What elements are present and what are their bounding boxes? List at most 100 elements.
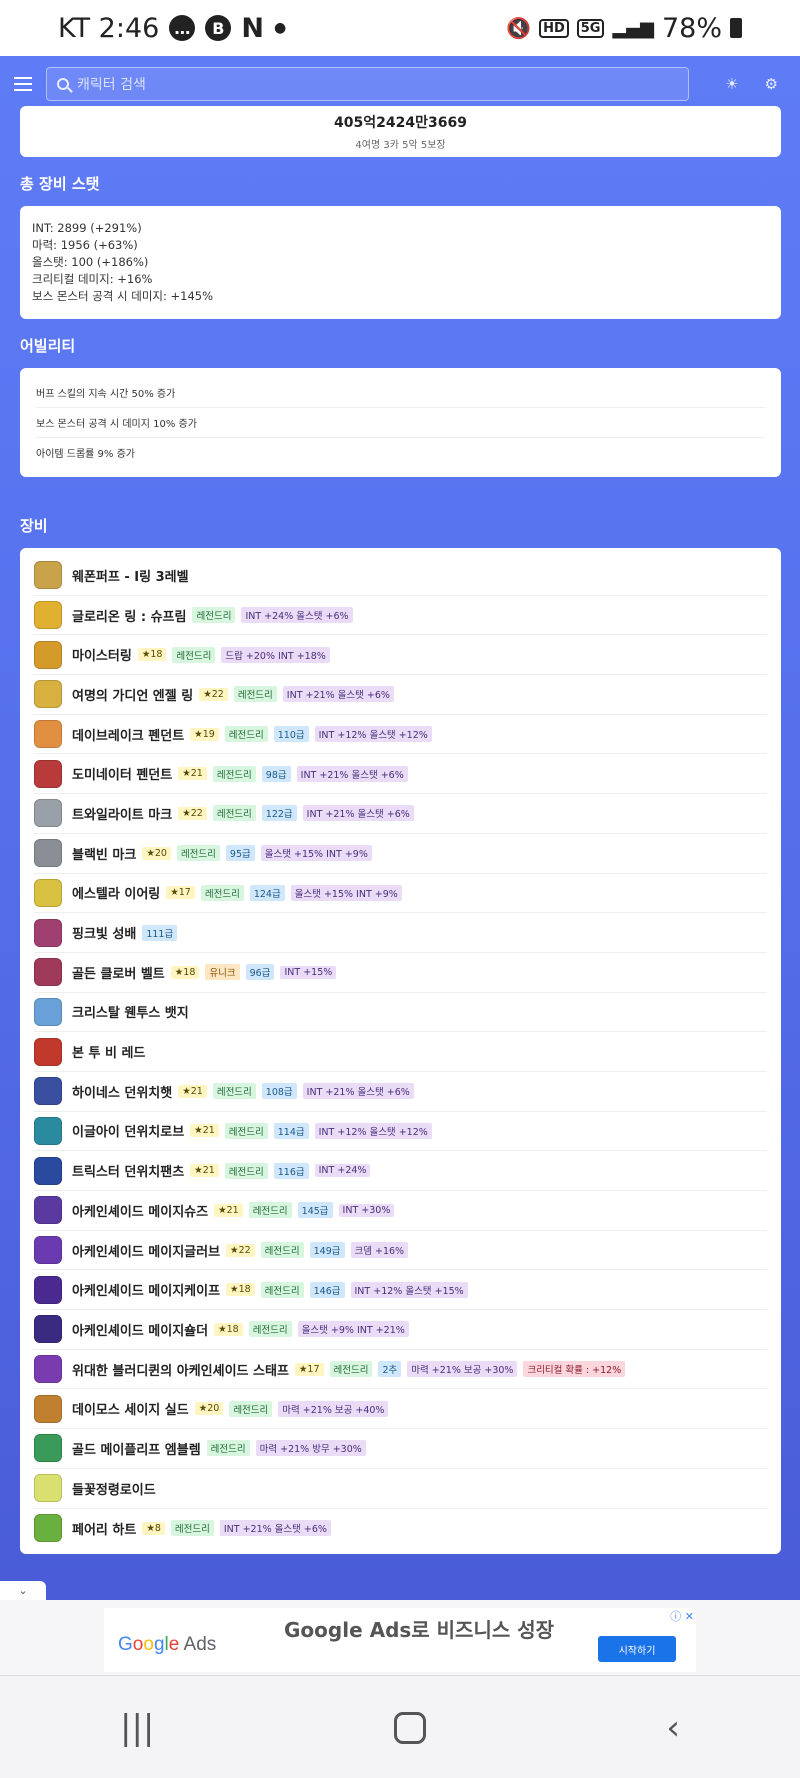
combat-power-value: 405억2424만3669 (334, 115, 467, 131)
settings-icon[interactable]: ⚙ (765, 75, 778, 93)
equipment-row[interactable]: 데이모스 세이지 실드 ★20 레전드리 마력 +21% 보공 +40% (34, 1389, 767, 1430)
star-force-tag: ★21 (190, 1164, 219, 1178)
equipment-row[interactable]: 들꽃정령로이드 (34, 1469, 767, 1509)
legendary-tag: 레전드리 (224, 1122, 268, 1139)
equipment-row[interactable]: 크리스탈 웬투스 뱃지 (34, 993, 767, 1033)
hat-icon (34, 1077, 62, 1106)
equipment-name: 아케인셰이드 메이지슈즈 (72, 1204, 209, 1220)
potential-tag: INT +24% 올스탯 +6% (241, 607, 353, 624)
equipment-row[interactable]: 핑크빛 성배 111급 (34, 913, 767, 953)
legendary-tag: 레전드리 (233, 686, 277, 703)
equipment-name: 골드 메이플리프 엠블렘 (72, 1442, 201, 1458)
equipment-name: 글로리온 링 : 슈프림 (72, 609, 187, 625)
battery-percent: 78% (661, 12, 722, 44)
search-input[interactable]: 캐릭터 검색 (46, 67, 689, 101)
earring-icon (34, 878, 62, 907)
equipment-name: 골든 클로버 벨트 (72, 966, 165, 982)
navigation-bar: ||| ‹ (0, 1678, 800, 1778)
legendary-tag: 레전드리 (212, 765, 256, 782)
equipment-row[interactable]: 페어리 하트 ★8 레전드리 INT +21% 올스탯 +6% (34, 1509, 767, 1549)
potential-tag: INT +21% 올스탯 +6% (282, 686, 394, 703)
equipment-row[interactable]: 블랙빈 마크 ★20 레전드리 95급 올스탯 +15% INT +9% (34, 834, 767, 874)
equipment-row[interactable]: 여명의 가디언 엔젤 링 ★22 레전드리 INT +21% 올스탯 +6% (34, 675, 767, 715)
star-force-tag: ★18 (214, 1322, 243, 1336)
battery-icon (730, 18, 742, 38)
collapse-ad-button[interactable]: ⌄ (0, 1581, 46, 1600)
heart-icon (34, 1514, 62, 1543)
android-icon (34, 1474, 62, 1503)
grade-tag: 96급 (245, 964, 275, 981)
star-force-tag: ★21 (190, 1124, 219, 1138)
star-force-tag: ★22 (199, 687, 228, 701)
equipment-row[interactable]: 골든 클로버 벨트 ★18 유니크 96급 INT +15% (34, 953, 767, 993)
legendary-tag: 레전드리 (224, 726, 268, 743)
equipment-row[interactable]: 이글아이 던위치로브 ★21 레전드리 114급 INT +12% 올스탯 +12% (34, 1112, 767, 1152)
pendant-icon (34, 720, 62, 749)
ring-icon (34, 680, 62, 709)
ad-banner[interactable]: ⓘ ✕ Google Ads Google Ads로 비즈니스 성장 시작하기 (0, 1600, 800, 1676)
dot-icon: ● (273, 20, 287, 36)
mark-icon (34, 799, 62, 828)
equipment-row[interactable]: 에스텔라 이어링 ★17 레전드리 124급 올스탯 +15% INT +9% (34, 874, 767, 914)
equipment-row[interactable]: 웨폰퍼프 - I링 3레벨 (34, 556, 767, 596)
potential-tag: INT +21% 올스탯 +6% (296, 765, 408, 782)
potential-tag: 크뎀 +16% (350, 1242, 409, 1259)
theme-toggle-icon[interactable]: ☀ (725, 75, 738, 93)
star-force-tag: ★20 (194, 1402, 224, 1416)
equipment-row[interactable]: 아케인셰이드 메이지케이프 ★18 레전드리 146급 INT +12% 올스탯 +15… (34, 1270, 767, 1311)
potential-tag: 마력 +21% 방무 +30% (255, 1440, 366, 1457)
cape-icon (34, 1275, 62, 1304)
legendary-tag: 레전드리 (329, 1361, 373, 1378)
equipment-row[interactable]: 트와일라이트 마크 ★22 레전드리 122급 INT +21% 올스탯 +6% (34, 794, 767, 834)
potential-tag: 올스탯 +15% INT +9% (290, 884, 402, 901)
grade-tag: 114급 (273, 1122, 309, 1139)
grade-tag: 122급 (261, 805, 297, 822)
equipment-row[interactable]: 위대한 블러디퀸의 아케인셰이드 스태프 ★17 레전드리 2추 마력 +21% 보공 … (34, 1350, 767, 1390)
equipment-row[interactable]: 본 투 비 레드 (34, 1032, 767, 1072)
belt-icon (34, 958, 62, 987)
ad-close-icon[interactable]: ⓘ ✕ (670, 1608, 694, 1624)
recent-apps-icon[interactable]: ||| (120, 1708, 154, 1748)
shoulder-icon (34, 1315, 62, 1344)
search-placeholder: 캐릭터 검색 (77, 77, 146, 93)
grade-tag: 146급 (309, 1281, 345, 1298)
top-bar: 캐릭터 검색 ☀ ⚙ (0, 56, 800, 112)
equipment-row[interactable]: 데이브레이크 펜던트 ★19 레전드리 110급 INT +12% 올스탯 +12% (34, 715, 767, 755)
equipment-row[interactable]: 마이스터링 ★18 레전드리 드랍 +20% INT +18% (34, 635, 767, 676)
chalice-icon (34, 918, 62, 947)
legendary-tag: 레전드리 (212, 1083, 256, 1100)
equipment-row[interactable]: 골드 메이플리프 엠블렘 레전드리 마력 +21% 방무 +30% (34, 1429, 767, 1469)
equipment-name: 아케인셰이드 메이지케이프 (72, 1284, 221, 1300)
grade-tag: 110급 (273, 726, 309, 743)
stat-line: 마력: 1956 (+63%) (32, 238, 138, 252)
potential-tag: INT +12% 올스탯 +12% (314, 726, 432, 743)
abilities-title: 어빌리티 (20, 337, 76, 355)
equipment-row[interactable]: 아케인셰이드 메이지슈즈 ★21 레전드리 145급 INT +30% (34, 1191, 767, 1231)
home-icon[interactable] (394, 1712, 427, 1744)
legendary-tag: 레전드리 (260, 1242, 304, 1259)
abilities-card: 버프 스킬의 지속 시간 50% 증가 보스 몬스터 공격 시 데미지 10% … (20, 368, 781, 477)
star-force-tag: ★8 (142, 1521, 165, 1535)
pants-icon (34, 1156, 62, 1185)
grade-tag: 124급 (249, 884, 285, 901)
equipment-name: 데이모스 세이지 실드 (72, 1403, 189, 1419)
ad-cta-button[interactable]: 시작하기 (598, 1636, 676, 1662)
grade-tag: 95급 (225, 845, 255, 862)
equipment-row[interactable]: 아케인셰이드 메이지숄더 ★18 레전드리 올스탯 +9% INT +21% (34, 1310, 767, 1350)
shoes-icon (34, 1196, 62, 1225)
back-icon[interactable]: ‹ (666, 1708, 680, 1748)
menu-icon[interactable] (14, 77, 32, 91)
ad-headline: Google Ads로 비즈니스 성장 (284, 1618, 555, 1642)
equipment-name: 페어리 하트 (72, 1522, 137, 1538)
ability-item: 버프 스킬의 지속 시간 50% 증가 (36, 378, 765, 408)
equipment-row[interactable]: 트릭스터 던위치팬츠 ★21 레전드리 116급 INT +24% (34, 1151, 767, 1191)
equipment-row[interactable]: 아케인셰이드 메이지글러브 ★22 레전드리 149급 크뎀 +16% (34, 1231, 767, 1271)
star-force-tag: ★21 (214, 1203, 243, 1217)
equipment-row[interactable]: 글로리온 링 : 슈프림 레전드리 INT +24% 올스탯 +6% (34, 596, 767, 636)
n-app-icon: N (241, 12, 264, 44)
equipment-name: 이글아이 던위치로브 (72, 1125, 185, 1141)
star-force-tag: ★20 (142, 846, 171, 860)
equipment-row[interactable]: 하이네스 던위치햇 ★21 레전드리 108급 INT +21% 올스탯 +6% (34, 1072, 767, 1112)
equipment-row[interactable]: 도미네이터 펜던트 ★21 레전드리 98급 INT +21% 올스탯 +6% (34, 754, 767, 795)
combat-power-card: 405억2424만3669 4여명 3카 5악 5보장 (20, 106, 781, 157)
